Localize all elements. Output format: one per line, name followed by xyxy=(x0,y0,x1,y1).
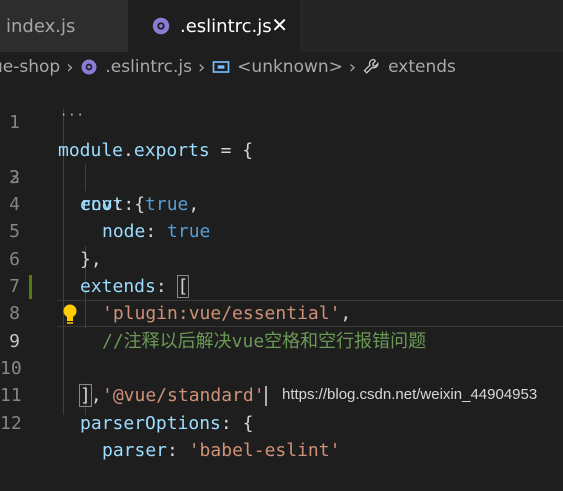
eslint-gear-icon xyxy=(152,17,170,35)
code-line: 4 node: true xyxy=(0,164,563,242)
breadcrumb-property-label: extends xyxy=(388,57,456,77)
token: : { xyxy=(220,412,254,434)
code-line: 5 }, xyxy=(0,191,563,269)
tab-index-js[interactable]: index.js xyxy=(0,0,128,52)
breadcrumb-project[interactable]: ue-shop xyxy=(0,57,60,77)
variable-icon xyxy=(212,61,230,73)
breadcrumb-file-label: .eslintrc.js xyxy=(105,57,192,77)
watermark: https://blog.csdn.net/weixin_44904953 xyxy=(282,386,538,403)
breadcrumb: ue-shop › .eslintrc.js › <unknown> › ext… xyxy=(0,52,563,82)
breadcrumb-file[interactable]: .eslintrc.js xyxy=(79,57,192,77)
breadcrumb-symbol[interactable]: <unknown> xyxy=(211,57,343,77)
token: parser xyxy=(102,439,168,461)
chevron-right-icon: › xyxy=(348,56,357,78)
code-line: 6 extends: [ xyxy=(0,219,563,299)
code-line: 7 'plugin:vue/essential', xyxy=(0,246,563,324)
tab-eslintrc-js[interactable]: .eslintrc.js ✕ xyxy=(128,0,300,52)
code-line: 11 parserOptions: { xyxy=(0,355,563,433)
tab-label: index.js xyxy=(6,15,76,37)
code-editor[interactable]: 1 module.exports = { ··· 2 root: true, 3… xyxy=(0,82,563,461)
code-line: 3 env: { xyxy=(0,137,563,215)
wrench-icon xyxy=(363,58,379,74)
token: 'babel-eslint' xyxy=(188,439,341,461)
tab-label: .eslintrc.js xyxy=(180,15,272,37)
breadcrumb-symbol-label: <unknown> xyxy=(237,57,343,77)
token: : xyxy=(167,439,189,461)
code-text: parserOptions: { xyxy=(80,410,253,437)
tab-bar: index.js .eslintrc.js ✕ xyxy=(0,0,563,52)
suggestion-dots-icon: ··· xyxy=(60,108,85,123)
code-line: 10 ], xyxy=(0,328,563,408)
code-line-active: 9 '@vue/standard' xyxy=(0,300,563,407)
eslint-gear-icon xyxy=(81,59,97,75)
token: parserOptions xyxy=(80,412,221,434)
code-text: parser: 'babel-eslint' xyxy=(102,437,340,464)
line-number: 12 xyxy=(0,412,22,434)
lightbulb-icon[interactable] xyxy=(60,303,80,325)
code-line: 8 //注释以后解决vue空格和空行报错问题 xyxy=(0,273,563,351)
breadcrumb-property[interactable]: extends xyxy=(362,57,456,77)
close-icon[interactable]: ✕ xyxy=(271,13,288,37)
chevron-right-icon: › xyxy=(197,56,206,78)
chevron-right-icon: › xyxy=(66,56,74,78)
code-line: ··· 2 root: true, xyxy=(0,108,563,215)
